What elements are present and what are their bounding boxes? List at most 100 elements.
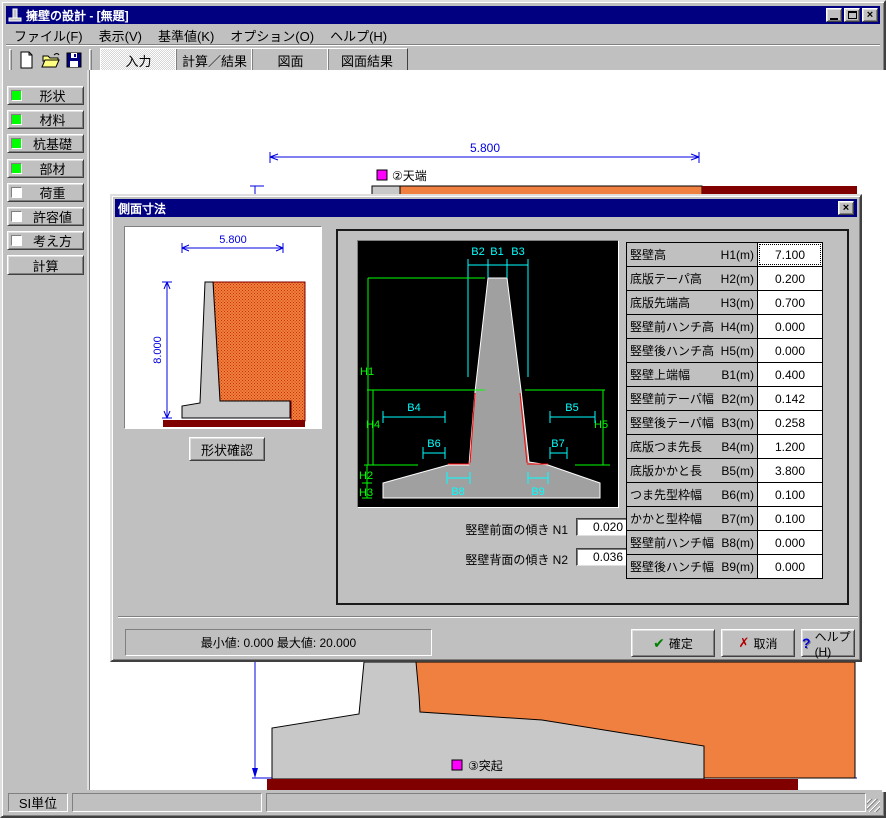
menu-view[interactable]: 表示(V) — [91, 24, 150, 47]
param-value-cell[interactable]: 3.800 — [757, 458, 823, 483]
param-name-cell: 底版かかと長B5(m) — [626, 458, 758, 483]
label-b5: B5 — [565, 402, 578, 414]
sidebar-item-material[interactable]: 材料 — [7, 110, 84, 129]
param-name-cell: 竪壁前テーパ幅B2(m) — [626, 386, 758, 411]
shape-confirm-button[interactable]: 形状確認 — [189, 437, 265, 461]
checkbox-on-icon — [11, 138, 22, 149]
maximize-icon — [848, 11, 857, 19]
menu-help[interactable]: ヘルプ(H) — [322, 24, 395, 47]
label-b3: B3 — [511, 246, 524, 258]
preview-backfill — [213, 282, 305, 421]
dim-width-label: 5.800 — [470, 141, 500, 155]
param-value-cell[interactable]: 0.000 — [757, 554, 823, 579]
cancel-button[interactable]: ✗取消 — [721, 629, 795, 657]
checkbox-off-icon — [11, 211, 22, 222]
dialog-separator — [118, 616, 858, 618]
marker-top-edge — [377, 170, 387, 180]
param-name-cell: 底版先端高H3(m) — [626, 290, 758, 315]
sidebar-item-shape[interactable]: 形状 — [7, 86, 84, 105]
param-name-cell: 竪壁上端幅B1(m) — [626, 362, 758, 387]
window-title: 擁壁の設計 - [無題] — [26, 7, 826, 24]
sidebar-item-approach[interactable]: 考え方 — [7, 231, 84, 250]
save-file-button[interactable] — [62, 49, 86, 71]
dialog-close-button[interactable]: × — [838, 201, 854, 215]
value-range-panel: 最小値: 0.000 最大値: 20.000 — [125, 629, 432, 656]
label-b9: B9 — [531, 486, 544, 498]
menu-options[interactable]: オプション(O) — [222, 24, 322, 47]
param-name-cell: 竪壁後ハンチ高H5(m) — [626, 338, 758, 363]
label-h2: H2 — [359, 470, 373, 482]
param-name-cell: 底版テーパ高H2(m) — [626, 266, 758, 291]
sidebar-item-pile-foundation[interactable]: 杭基礎 — [7, 134, 84, 153]
label-b7: B7 — [551, 438, 564, 450]
label-h5: H5 — [594, 419, 608, 431]
help-button[interactable]: ?ヘルプ(H) — [801, 629, 855, 657]
param-name-cell: かかと型枠幅B7(m) — [626, 506, 758, 531]
table-row: 竪壁上端幅B1(m)0.400 — [626, 362, 824, 387]
menu-file[interactable]: ファイル(F) — [6, 24, 91, 47]
minimize-icon — [830, 18, 838, 20]
new-file-button[interactable] — [14, 49, 38, 71]
checkbox-on-icon — [11, 163, 22, 174]
param-value-cell[interactable]: 0.142 — [757, 386, 823, 411]
tab-drawing[interactable]: 図面 — [253, 49, 329, 71]
label-b4: B4 — [407, 402, 420, 414]
ok-button[interactable]: ✔確定 — [631, 629, 715, 657]
status-field-3 — [266, 793, 866, 812]
maximize-button[interactable] — [844, 8, 860, 22]
minimize-button[interactable] — [826, 8, 842, 22]
sidebar-item-allowable-values[interactable]: 許容値 — [7, 207, 84, 226]
param-value-cell[interactable]: 0.700 — [757, 290, 823, 315]
label-b1: B1 — [490, 246, 503, 258]
param-value-cell[interactable]: 7.100 — [757, 242, 823, 267]
param-value-cell[interactable]: 0.000 — [757, 530, 823, 555]
param-value-cell[interactable]: 0.000 — [757, 314, 823, 339]
label-b8: B8 — [451, 486, 464, 498]
table-row: 底版つま先長B4(m)1.200 — [626, 434, 824, 459]
back-slope-label: 竪壁背面の傾き N2 — [398, 551, 568, 568]
status-field-2 — [72, 793, 262, 812]
param-value-cell[interactable]: 0.000 — [757, 338, 823, 363]
param-name-cell: 底版つま先長B4(m) — [626, 434, 758, 459]
param-name-cell: 竪壁後ハンチ幅B9(m) — [626, 554, 758, 579]
table-row: 竪壁前ハンチ幅B8(m)0.000 — [626, 530, 824, 555]
toolbar-grip-2[interactable] — [89, 49, 92, 71]
close-button[interactable]: × — [862, 8, 878, 22]
checkbox-off-icon — [11, 235, 22, 246]
tab-drawing-results[interactable]: 図面結果 — [329, 49, 405, 71]
schematic-diagram: B2 B1 B3 — [357, 240, 619, 508]
param-value-cell[interactable]: 0.100 — [757, 482, 823, 507]
close-icon: × — [843, 202, 849, 214]
dialog-title: 側面寸法 — [118, 200, 838, 217]
param-name-cell: 竪壁高H1(m) — [626, 242, 758, 267]
table-row: つま先型枠幅B6(m)0.100 — [626, 482, 824, 507]
table-row: 底版テーパ高H2(m)0.200 — [626, 266, 824, 291]
table-row: 竪壁前ハンチ高H4(m)0.000 — [626, 314, 824, 339]
resize-grip[interactable] — [867, 799, 880, 812]
sidebar-item-members[interactable]: 部材 — [7, 159, 84, 178]
table-row: 底版先端高H3(m)0.700 — [626, 290, 824, 315]
sidebar-item-loads[interactable]: 荷重 — [7, 183, 84, 202]
calculate-button[interactable]: 計算 — [7, 255, 84, 275]
tab-calc-results[interactable]: 計算／結果 — [177, 49, 253, 71]
open-file-button[interactable] — [38, 49, 62, 71]
param-value-cell[interactable]: 1.200 — [757, 434, 823, 459]
table-row: かかと型枠幅B7(m)0.100 — [626, 506, 824, 531]
toolbar-grip[interactable] — [9, 49, 12, 71]
top-edge-label: ②天端 — [392, 169, 427, 183]
param-name-cell: 竪壁前ハンチ幅B8(m) — [626, 530, 758, 555]
tab-input[interactable]: 入力 — [101, 49, 177, 71]
param-value-cell[interactable]: 0.200 — [757, 266, 823, 291]
dimension-arrow — [252, 768, 258, 778]
dimension-panel: B2 B1 B3 — [336, 229, 849, 605]
app-icon — [8, 8, 22, 22]
table-row: 竪壁後テーパ幅B3(m)0.258 — [626, 410, 824, 435]
table-row: 底版かかと長B5(m)3.800 — [626, 458, 824, 483]
param-value-cell[interactable]: 0.400 — [757, 362, 823, 387]
param-name-cell: 竪壁前ハンチ高H4(m) — [626, 314, 758, 339]
param-value-cell[interactable]: 0.258 — [757, 410, 823, 435]
title-bar: 擁壁の設計 - [無題] × — [6, 6, 880, 24]
preview-height-label: 8.000 — [152, 336, 164, 364]
menu-standard-values[interactable]: 基準値(K) — [150, 24, 222, 47]
param-value-cell[interactable]: 0.100 — [757, 506, 823, 531]
